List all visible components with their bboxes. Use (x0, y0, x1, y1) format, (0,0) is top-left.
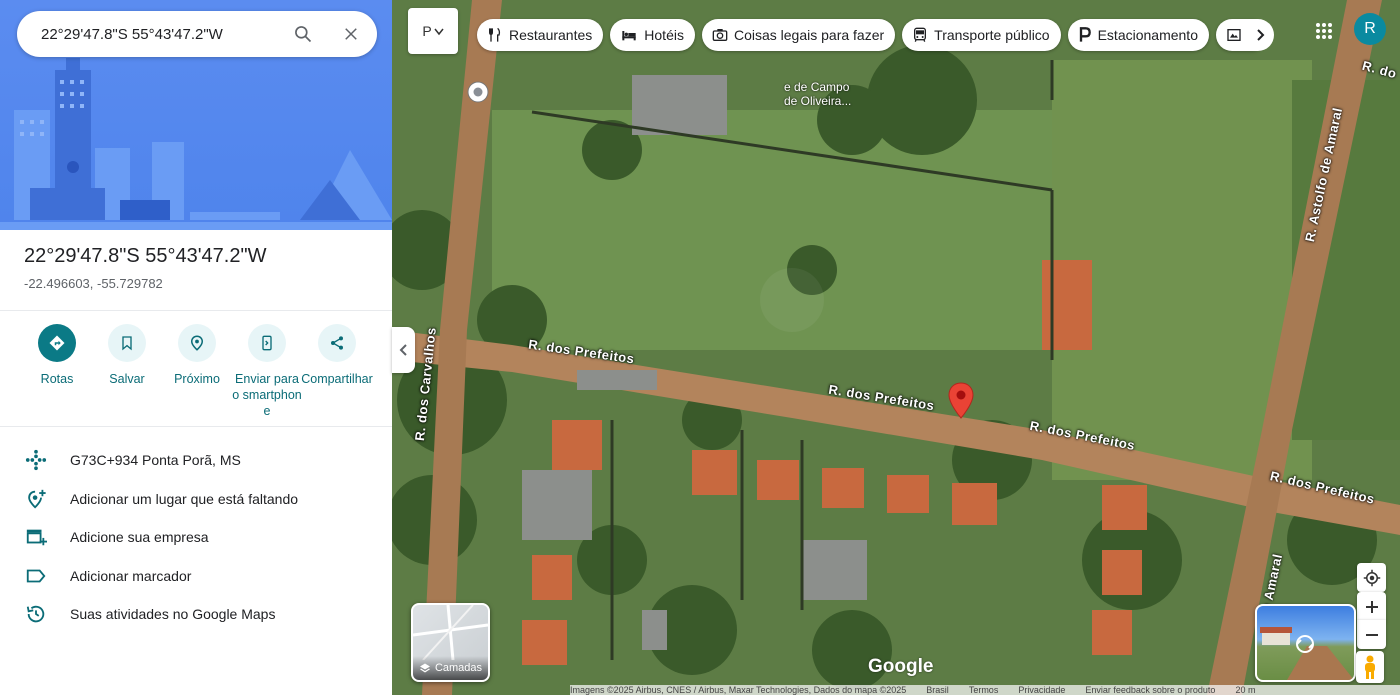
zoom-out-button[interactable] (1357, 620, 1386, 649)
location-pin-icon[interactable] (947, 382, 975, 420)
maps-activity-item[interactable]: Suas atividades no Google Maps (0, 595, 392, 634)
map-type-button[interactable]: P (408, 8, 458, 54)
map-footer: Imagens ©2025 Airbus, CNES / Airbus, Max… (570, 685, 1400, 695)
layers-preview-icon (413, 605, 488, 661)
restaurant-icon (489, 27, 501, 42)
add-business-text: Adicione sua empresa (70, 529, 209, 546)
directions-button[interactable]: Rotas (22, 324, 92, 419)
my-location-icon (1363, 569, 1380, 586)
apps-grid-icon (1316, 23, 1332, 39)
hotel-icon (622, 31, 636, 41)
add-missing-place-item[interactable]: Adicionar um lugar que está faltando (0, 480, 392, 519)
camera-icon (712, 29, 728, 41)
poi-label[interactable]: e de Campo de Oliveira... (784, 80, 851, 108)
send-to-phone-button[interactable]: Enviar para o smartphone (232, 324, 302, 419)
my-location-button[interactable] (1357, 563, 1386, 592)
google-logo: Google (868, 656, 934, 677)
place-coordinates: -22.496603, -55.729782 (24, 276, 163, 291)
chip-restaurants[interactable]: Restaurantes (477, 19, 604, 51)
share-icon (331, 336, 343, 350)
map-type-icon (434, 28, 444, 36)
satellite-map[interactable]: e de Campo de Oliveira... R. dos Prefeit… (392, 0, 1400, 695)
category-chips: Restaurantes Hotéis Coisas legais para f… (477, 19, 1275, 51)
plus-icon (1365, 600, 1378, 613)
footer-privacy[interactable]: Privacidade (1018, 685, 1065, 695)
send-to-phone-label: Enviar para o smartphone (232, 372, 302, 418)
bookmark-icon (122, 336, 132, 351)
add-business-item[interactable]: Adicione sua empresa (0, 518, 392, 557)
pegman-button[interactable] (1356, 651, 1384, 683)
close-icon (345, 28, 357, 40)
search-input[interactable] (39, 24, 283, 44)
directions-icon (49, 335, 65, 351)
action-bar: Rotas Salvar Próximo Enviar para o smart… (22, 324, 373, 419)
street-view-preview[interactable] (1255, 604, 1356, 682)
save-label: Salvar (109, 372, 145, 386)
label-icon (26, 569, 46, 583)
save-button[interactable]: Salvar (92, 324, 162, 419)
maps-activity-text: Suas atividades no Google Maps (70, 606, 276, 623)
chevron-right-icon (1257, 29, 1265, 41)
plus-code-icon (25, 450, 47, 471)
history-icon (26, 606, 45, 623)
museum-icon (1227, 29, 1241, 41)
chevron-left-icon (399, 344, 407, 356)
parking-icon (1079, 27, 1091, 42)
nearby-button[interactable]: Próximo (162, 324, 232, 419)
search-box (17, 11, 377, 57)
hero-illustration (0, 0, 392, 230)
nearby-icon (190, 335, 204, 351)
transit-icon (914, 27, 927, 42)
nearby-label: Próximo (174, 372, 220, 386)
chip-things-to-do[interactable]: Coisas legais para fazer (701, 19, 896, 51)
divider (0, 310, 392, 311)
zoom-in-button[interactable] (1357, 592, 1386, 621)
info-list: G73C+934 Ponta Porã, MS Adicionar um lug… (0, 441, 392, 634)
google-apps-button[interactable] (1310, 17, 1338, 45)
chip-transit[interactable]: Transporte público (902, 19, 1061, 51)
layers-button[interactable]: Camadas (411, 603, 490, 682)
layers-icon (419, 663, 430, 673)
clear-search-button[interactable] (335, 18, 367, 50)
share-button[interactable]: Compartilhar (301, 324, 373, 419)
footer-terms[interactable]: Termos (969, 685, 999, 695)
add-place-icon (28, 489, 46, 509)
account-avatar[interactable]: R (1354, 13, 1386, 45)
chip-parking[interactable]: Estacionamento (1067, 19, 1209, 51)
pegman-icon (1365, 655, 1375, 679)
imagery-attribution: Imagens ©2025 Airbus, CNES / Airbus, Max… (570, 685, 907, 695)
side-panel: 22°29'47.8"S 55°43'47.2"W -22.496603, -5… (0, 0, 392, 695)
search-button[interactable] (287, 18, 319, 50)
scale-label[interactable]: 20 m (1235, 685, 1255, 695)
business-icon (26, 529, 47, 546)
minus-icon (1365, 633, 1378, 636)
share-label: Compartilhar (301, 372, 373, 386)
directions-label: Rotas (40, 372, 74, 386)
poi-marker-icon[interactable] (466, 80, 490, 104)
footer-country[interactable]: Brasil (926, 685, 949, 695)
footer-feedback[interactable]: Enviar feedback sobre o produto (1085, 685, 1215, 695)
street-view-thumbnail (1260, 627, 1354, 680)
add-missing-place-text: Adicionar um lugar que está faltando (70, 490, 299, 507)
phone-icon (262, 335, 272, 351)
plus-code-text: G73C+934 Ponta Porã, MS (70, 452, 241, 469)
add-label-text: Adicionar marcador (70, 567, 192, 584)
divider (0, 426, 392, 427)
collapse-panel-button[interactable] (392, 327, 415, 373)
chip-hotels[interactable]: Hotéis (610, 19, 695, 51)
plus-code-item[interactable]: G73C+934 Ponta Porã, MS (0, 441, 392, 480)
place-title: 22°29'47.8"S 55°43'47.2"W (24, 245, 267, 267)
search-icon (295, 26, 312, 43)
add-label-item[interactable]: Adicionar marcador (0, 557, 392, 596)
